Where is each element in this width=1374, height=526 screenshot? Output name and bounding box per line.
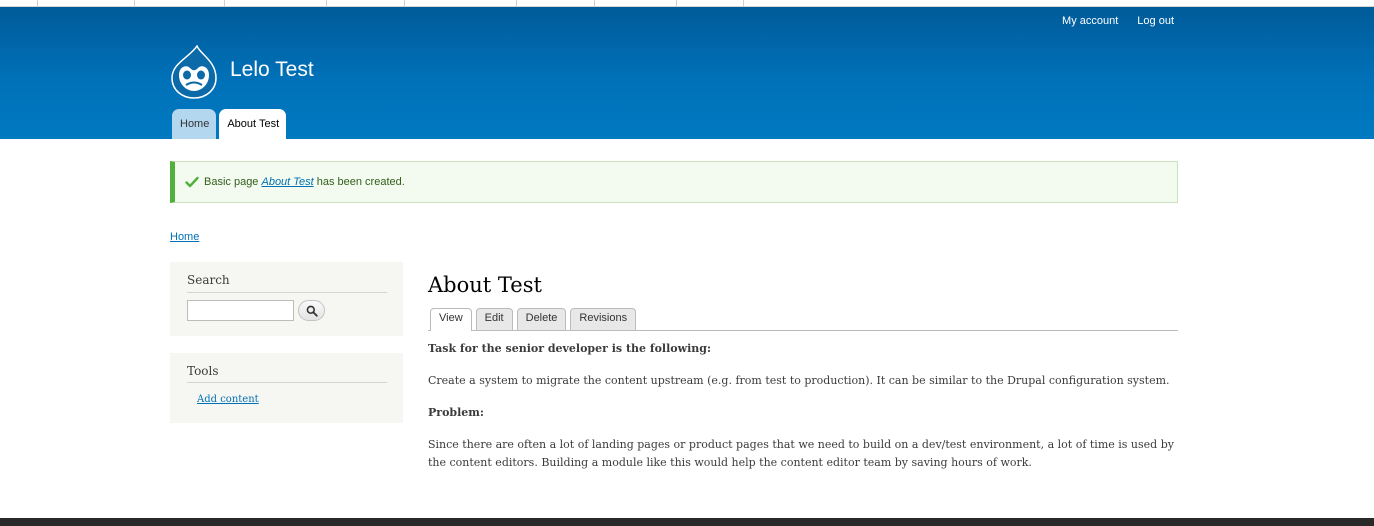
search-icon — [306, 305, 318, 317]
tab-delete[interactable]: Delete — [516, 308, 567, 330]
search-block-divider — [187, 292, 387, 293]
search-block-title: Search — [187, 273, 230, 287]
main-menu: Home About Test — [172, 109, 287, 139]
body-paragraph-task: Create a system to migrate the content u… — [428, 374, 1170, 387]
breadcrumb: Home — [170, 231, 199, 243]
tab-view[interactable]: View — [430, 308, 472, 331]
admin-toolbar-strip — [0, 0, 1374, 7]
add-content-link[interactable]: Add content — [197, 394, 259, 405]
log-out-link[interactable]: Log out — [1137, 15, 1174, 27]
site-header: My account Log out Lelo Test Home About … — [0, 7, 1374, 139]
site-footer — [0, 518, 1374, 526]
tab-revisions[interactable]: Revisions — [570, 308, 637, 330]
local-tasks-tabs: View Edit Delete Revisions — [428, 308, 1178, 331]
body-heading-problem: Problem: — [428, 406, 484, 419]
main-menu-about-test[interactable]: About Test — [219, 109, 287, 139]
body-paragraph-problem: Since there are often a lot of landing p… — [428, 438, 1174, 469]
search-button[interactable] — [298, 300, 325, 321]
search-input[interactable] — [187, 300, 294, 321]
body-heading-task: Task for the senior developer is the fol… — [428, 342, 712, 355]
my-account-link[interactable]: My account — [1062, 15, 1118, 27]
status-message: Basic page About Test has been created. — [170, 161, 1178, 203]
status-suffix: has been created. — [313, 176, 405, 188]
secondary-menu: My account Log out — [1062, 15, 1174, 27]
tools-block-title: Tools — [187, 364, 219, 378]
created-page-link[interactable]: About Test — [261, 176, 313, 188]
drupal-drop-logo-icon[interactable] — [170, 45, 218, 99]
check-icon — [185, 176, 199, 188]
site-name[interactable]: Lelo Test — [230, 58, 314, 82]
page-title: About Test — [428, 273, 542, 297]
tab-edit[interactable]: Edit — [475, 308, 513, 330]
status-prefix: Basic page — [204, 176, 262, 188]
page-body: Task for the senior developer is the fol… — [428, 340, 1178, 486]
status-message-text: Basic page About Test has been created. — [204, 176, 405, 188]
search-block: Search — [170, 262, 403, 336]
tools-block-divider — [187, 382, 387, 383]
main-menu-home[interactable]: Home — [172, 109, 217, 139]
breadcrumb-home-link[interactable]: Home — [170, 231, 199, 243]
tools-block: Tools Add content — [170, 353, 403, 423]
